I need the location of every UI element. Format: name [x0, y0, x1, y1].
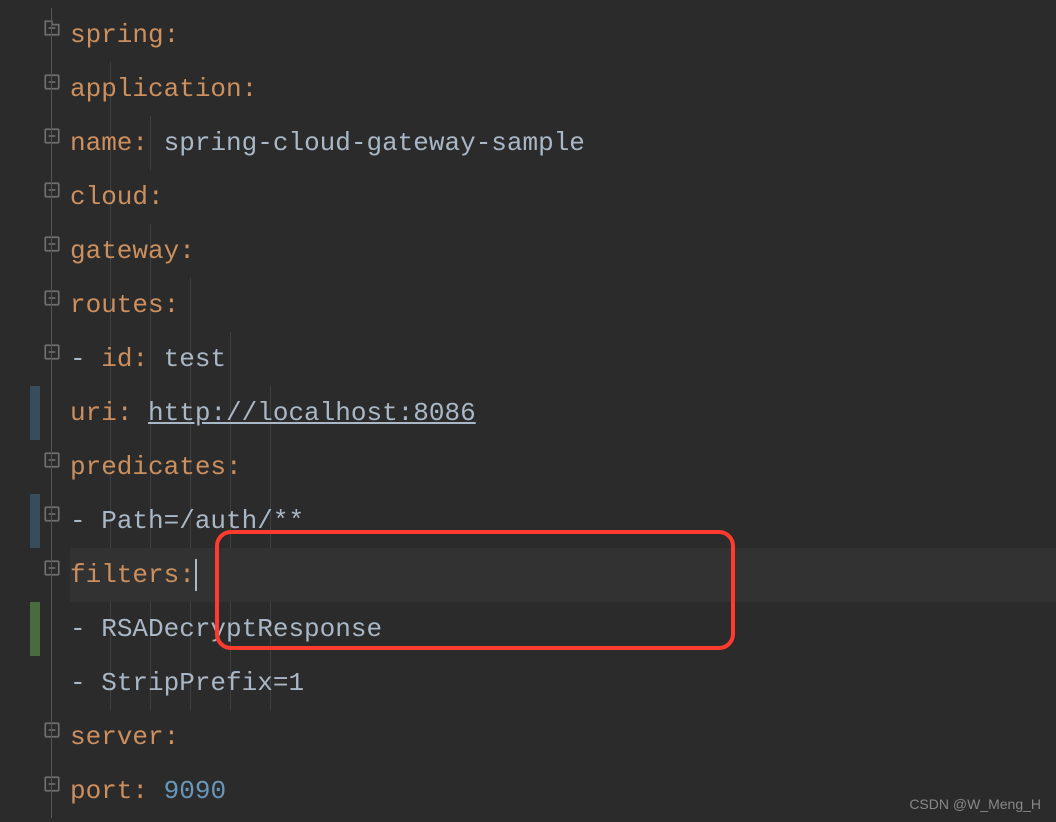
yaml-dash: - [70, 614, 101, 644]
code-line[interactable]: gateway: [70, 224, 1056, 278]
yaml-colon: : [132, 344, 163, 374]
watermark: CSDN @W_Meng_H [909, 796, 1041, 812]
yaml-colon: : [148, 182, 164, 212]
change-marker [30, 602, 40, 656]
yaml-colon: : [179, 236, 195, 266]
code-line[interactable]: port: 9090 [70, 764, 1056, 818]
code-line[interactable]: - Path=/auth/** [70, 494, 1056, 548]
yaml-value: Path=/auth/** [101, 506, 304, 536]
yaml-colon: : [132, 776, 163, 806]
fold-icon[interactable] [42, 774, 62, 794]
code-line[interactable]: server: [70, 710, 1056, 764]
yaml-key: id [101, 344, 132, 374]
yaml-key: cloud [70, 182, 148, 212]
code-line[interactable]: application: [70, 62, 1056, 116]
fold-icon[interactable] [42, 180, 62, 200]
yaml-colon: : [226, 452, 242, 482]
code-line[interactable]: - id: test [70, 332, 1056, 386]
code-line[interactable]: predicates: [70, 440, 1056, 494]
yaml-key: filters [70, 560, 179, 590]
fold-icon[interactable] [42, 450, 62, 470]
code-line-active[interactable]: filters: [70, 548, 1056, 602]
code-line[interactable]: spring: [70, 8, 1056, 62]
yaml-key: predicates [70, 452, 226, 482]
change-marker [30, 386, 40, 440]
yaml-colon: : [242, 74, 258, 104]
code-line[interactable]: - StripPrefix=1 [70, 656, 1056, 710]
yaml-dash: - [70, 506, 101, 536]
yaml-key: routes [70, 290, 164, 320]
yaml-colon: : [164, 290, 180, 320]
yaml-number: 9090 [164, 776, 226, 806]
editor-gutter [0, 0, 70, 822]
fold-icon[interactable] [42, 234, 62, 254]
fold-icon[interactable] [42, 126, 62, 146]
fold-icon[interactable] [42, 72, 62, 92]
yaml-key: application [70, 74, 242, 104]
code-line[interactable]: name: spring-cloud-gateway-sample [70, 116, 1056, 170]
text-cursor [195, 559, 197, 591]
yaml-key: server [70, 722, 164, 752]
code-line[interactable]: cloud: [70, 170, 1056, 224]
change-marker [30, 494, 40, 548]
gutter-line [51, 8, 52, 818]
yaml-value: RSADecryptResponse [101, 614, 382, 644]
fold-icon[interactable] [42, 558, 62, 578]
yaml-dash: - [70, 668, 101, 698]
yaml-dash: - [70, 344, 101, 374]
code-line[interactable]: routes: [70, 278, 1056, 332]
yaml-key: uri [70, 398, 117, 428]
yaml-value: StripPrefix=1 [101, 668, 304, 698]
yaml-colon: : [164, 722, 180, 752]
yaml-value: test [164, 344, 226, 374]
code-line[interactable]: uri: http://localhost:8086 [70, 386, 1056, 440]
code-line[interactable]: - RSADecryptResponse [70, 602, 1056, 656]
fold-icon[interactable] [42, 288, 62, 308]
fold-icon[interactable] [42, 18, 62, 38]
yaml-colon: : [117, 398, 148, 428]
code-content[interactable]: spring: application: name: spring-cloud-… [70, 0, 1056, 822]
fold-icon[interactable] [42, 504, 62, 524]
yaml-url: http://localhost:8086 [148, 398, 476, 428]
fold-icon[interactable] [42, 342, 62, 362]
yaml-colon: : [179, 560, 195, 590]
yaml-key: name [70, 128, 132, 158]
yaml-key: gateway [70, 236, 179, 266]
yaml-colon: : [132, 128, 163, 158]
yaml-key: port [70, 776, 132, 806]
code-editor: spring: application: name: spring-cloud-… [0, 0, 1056, 822]
fold-icon[interactable] [42, 720, 62, 740]
yaml-colon: : [164, 20, 180, 50]
yaml-key: spring [70, 20, 164, 50]
yaml-value: spring-cloud-gateway-sample [164, 128, 585, 158]
